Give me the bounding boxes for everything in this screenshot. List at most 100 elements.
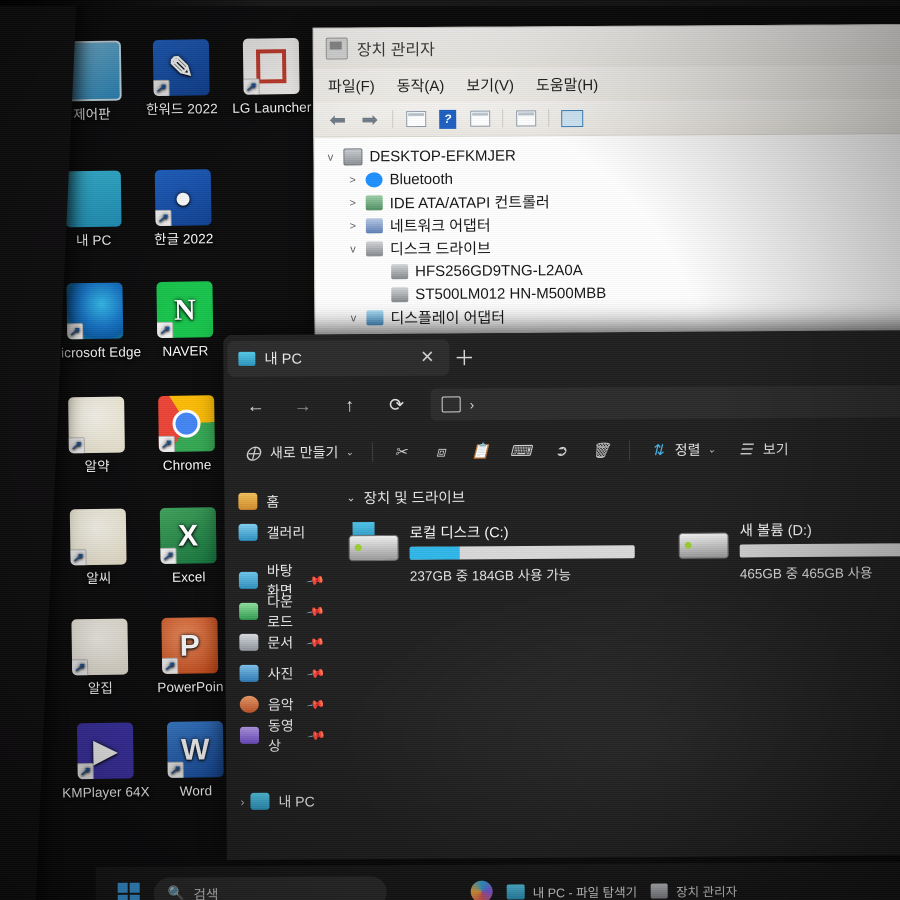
sort-button[interactable]: ⇅ 정렬 ⌄ <box>639 434 725 467</box>
list-icon[interactable] <box>466 107 493 131</box>
drive-item-d[interactable]: 새 볼륨 (D:) 465GB 중 465GB 사용 <box>677 518 900 583</box>
pin-icon[interactable]: 📌 <box>305 570 325 590</box>
search-input[interactable]: 🔍 검색 <box>153 876 387 900</box>
taskbar-item-copilot[interactable] <box>470 880 493 900</box>
pin-icon[interactable]: 📌 <box>306 601 326 621</box>
back-arrow-icon[interactable]: ⬅ <box>324 107 351 131</box>
breadcrumb-chevron-icon[interactable]: › <box>470 397 475 412</box>
monitor-icon[interactable] <box>558 106 585 130</box>
chevron-right-icon[interactable]: > <box>347 220 359 232</box>
explorer-toolbar[interactable]: ⨁ 새로 만들기 ⌄ ✂ ⧈ 📋 ⌨ ➲ 🗑 ⇅ 정렬 ⌄ ☰ 보기 <box>223 424 900 477</box>
tree-item[interactable]: v DESKTOP-EFKMJER <box>324 142 900 169</box>
explorer-content: ⌄ 장치 및 드라이브 로컬 디스크 (C:) 237GB 중 184GB 사용… <box>332 471 900 859</box>
search-placeholder: 검색 <box>193 887 219 900</box>
desktop-icon-kmplayer[interactable]: ▶ KMPlayer 64X <box>59 722 152 800</box>
tree-item[interactable]: > IDE ATA/ATAPI 컨트롤러 <box>325 188 900 215</box>
desktop-icon-alzip[interactable]: 알집 <box>53 618 146 696</box>
explorer-sidebar[interactable]: 홈 갤러리 바탕 화면 📌 다운로드 📌 문서 📌 사진 📌 음악 📌 동영상 … <box>224 475 335 860</box>
close-icon[interactable]: ✕ <box>416 347 438 367</box>
desktop-icon-alyak[interactable]: 알약 <box>50 396 143 474</box>
chevron-right-icon[interactable]: > <box>347 197 359 209</box>
pin-icon[interactable]: 📌 <box>306 632 326 652</box>
address-bar[interactable]: › <box>430 384 900 421</box>
chevron-right-icon[interactable]: › <box>240 794 244 808</box>
desktop-icon-hanword[interactable]: ✎ 한워드 2022 <box>135 39 228 117</box>
sidebar-item-home[interactable]: 홈 <box>238 485 332 517</box>
desktop-icon-label: NAVER <box>162 343 209 359</box>
chevron-down-icon[interactable]: ⌄ <box>346 491 355 504</box>
pin-icon[interactable]: 📌 <box>306 663 326 683</box>
copy-button[interactable]: ⧈ <box>422 435 460 467</box>
tree-item[interactable]: > 네트워크 어댑터 <box>325 211 900 238</box>
tree-item[interactable]: v 디스크 드라이브 <box>325 234 900 261</box>
help-icon[interactable]: ? <box>434 107 461 131</box>
view-label: 보기 <box>762 441 789 458</box>
taskbar-item-file-explorer[interactable]: 내 PC - 파일 탐색기 <box>506 881 638 900</box>
taskbar[interactable]: 🔍 검색 내 PC - 파일 탐색기 장치 관리자 <box>95 861 900 900</box>
tab-my-pc[interactable]: 내 PC ✕ <box>227 338 450 377</box>
device-manager-menubar[interactable]: 파일(F) 동작(A) 보기(V) 도움말(H) <box>313 64 900 103</box>
scan-hardware-icon[interactable] <box>512 106 539 130</box>
chevron-down-icon[interactable]: ⌄ <box>345 447 353 458</box>
properties-icon[interactable] <box>402 107 429 131</box>
sidebar-item-label: 홈 <box>266 493 280 510</box>
desktop-icon-lg-launcher[interactable]: LG Launcher <box>225 37 318 116</box>
up-button[interactable]: ↑ <box>328 389 372 421</box>
pin-icon[interactable]: 📌 <box>306 725 326 745</box>
pictures-icon <box>239 664 259 682</box>
explorer-tabstrip[interactable]: 내 PC ✕ ＋ <box>223 329 900 383</box>
chevron-down-icon[interactable]: v <box>347 243 359 255</box>
desktop-icon-alsee[interactable]: 알씨 <box>52 508 145 586</box>
sidebar-item-pictures[interactable]: 사진 📌 <box>239 657 333 689</box>
tree-item-label: HFS256GD9TNG-L2A0A <box>415 262 583 281</box>
menu-action[interactable]: 동작(A) <box>397 74 445 95</box>
desktop-icon-label: Microsoft Edge <box>49 344 142 361</box>
view-button[interactable]: ☰ 보기 <box>727 433 798 465</box>
tree-item[interactable]: HFS256GD9TNG-L2A0A <box>325 257 900 284</box>
back-button[interactable]: ← <box>234 390 278 422</box>
refresh-button[interactable]: ⟳ <box>375 389 419 421</box>
explorer-body: 홈 갤러리 바탕 화면 📌 다운로드 📌 문서 📌 사진 📌 음악 📌 동영상 … <box>224 471 900 860</box>
forward-button[interactable]: → <box>281 389 325 421</box>
chevron-down-icon[interactable]: v <box>347 312 359 324</box>
desktop-icon-chrome[interactable]: Chrome <box>140 395 233 473</box>
device-tree[interactable]: v DESKTOP-EFKMJER > Bluetooth > IDE ATA/… <box>314 133 900 348</box>
sidebar-item-my-pc[interactable]: › 내 PC <box>240 785 334 817</box>
drive-item-c[interactable]: 로컬 디스크 (C:) 237GB 중 184GB 사용 가능 <box>347 520 635 585</box>
sidebar-item-videos[interactable]: 동영상 📌 <box>239 717 334 753</box>
device-manager-window[interactable]: 장치 관리자 파일(F) 동작(A) 보기(V) 도움말(H) ⬅ ➡ ? v … <box>312 23 900 348</box>
menu-file[interactable]: 파일(F) <box>328 75 375 96</box>
sidebar-item-gallery[interactable]: 갤러리 <box>238 516 332 548</box>
pin-icon[interactable]: 📌 <box>306 694 326 714</box>
desktop-icon-powerpoint[interactable]: P PowerPoin <box>143 617 236 695</box>
alyak-icon <box>68 396 125 454</box>
copilot-icon <box>470 880 493 900</box>
chevron-down-icon[interactable]: ⌄ <box>707 444 715 455</box>
desktop-icon-excel[interactable]: X Excel <box>142 507 235 585</box>
share-button[interactable]: ➲ <box>542 435 580 467</box>
tree-item[interactable]: ST500LM012 HN-M500MBB <box>325 280 900 307</box>
forward-arrow-icon[interactable]: ➡ <box>356 107 383 131</box>
desktop-icon-hangul[interactable]: ● 한글 2022 <box>137 169 230 247</box>
paste-button[interactable]: 📋 <box>462 435 500 467</box>
chevron-down-icon[interactable]: v <box>324 151 336 163</box>
tree-item[interactable]: > Bluetooth <box>325 165 900 192</box>
new-tab-button[interactable]: ＋ <box>449 342 479 372</box>
delete-button[interactable]: 🗑 <box>582 434 620 466</box>
file-explorer-window[interactable]: 내 PC ✕ ＋ ← → ↑ ⟳ › ⨁ 새로 만들기 ⌄ ✂ ⧈ 📋 ⌨ ➲ … <box>223 329 900 861</box>
new-item-button[interactable]: ⨁ 새로 만들기 ⌄ <box>234 436 363 469</box>
explorer-navbar[interactable]: ← → ↑ ⟳ › <box>223 376 900 431</box>
device-manager-toolbar[interactable]: ⬅ ➡ ? <box>314 98 900 138</box>
rename-button[interactable]: ⌨ <box>502 435 540 467</box>
alzip-icon <box>71 618 129 676</box>
sidebar-item-downloads[interactable]: 다운로드 📌 <box>239 593 333 629</box>
tree-item[interactable]: v 디스플레이 어댑터 <box>325 303 900 330</box>
menu-help[interactable]: 도움말(H) <box>536 73 598 94</box>
cut-button[interactable]: ✂ <box>382 436 420 468</box>
menu-view[interactable]: 보기(V) <box>466 74 514 95</box>
desktop-icon-naver[interactable]: N NAVER <box>138 281 231 359</box>
start-button[interactable] <box>117 882 140 900</box>
group-header[interactable]: ⌄ 장치 및 드라이브 <box>346 483 900 508</box>
taskbar-item-device-manager[interactable]: 장치 관리자 <box>651 881 737 900</box>
chevron-right-icon[interactable]: > <box>347 174 359 186</box>
